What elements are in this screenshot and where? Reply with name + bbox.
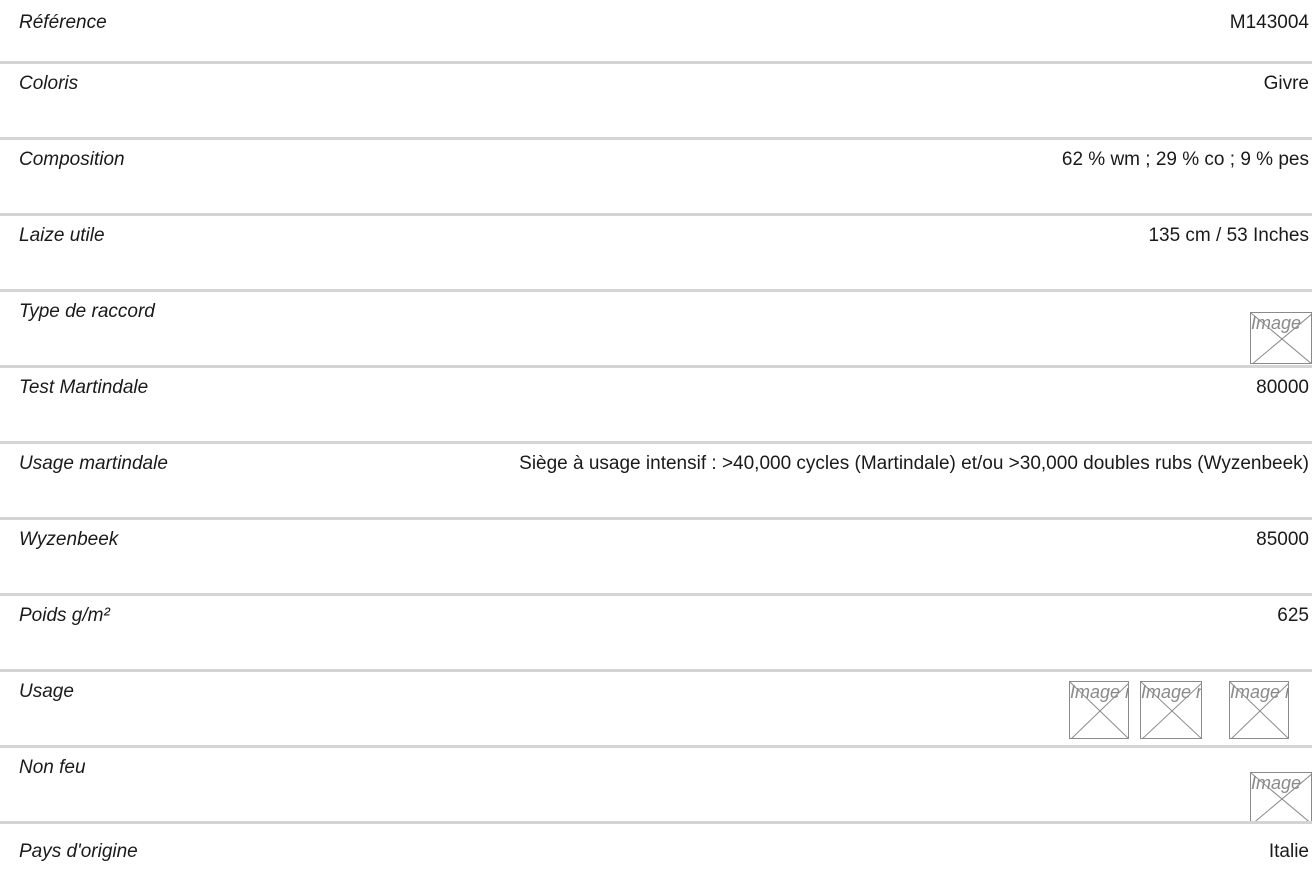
spec-label-usage-martindale: Usage martindale xyxy=(19,453,168,474)
spec-label-composition: Composition xyxy=(19,149,125,170)
spec-value-test-martindale: 80000 xyxy=(1256,377,1309,398)
raccord-broken-image: Image xyxy=(1250,312,1312,364)
spec-row-laize-utile: Laize utile 135 cm / 53 Inches xyxy=(0,213,1312,289)
usage-broken-image-2: Image non trouvée xyxy=(1140,681,1202,739)
spec-label-pays-origine: Pays d'origine xyxy=(19,841,138,862)
spec-value-pays-origine: Italie xyxy=(1268,841,1309,862)
spec-value-coloris: Givre xyxy=(1263,73,1309,94)
spec-label-non-feu: Non feu xyxy=(19,757,86,778)
non-feu-broken-image: Image xyxy=(1250,772,1312,824)
usage-broken-image-3: Image non trouvée xyxy=(1229,681,1289,739)
spec-row-test-martindale: Test Martindale 80000 xyxy=(0,365,1312,441)
usage-broken-image-1: Image non trouvée xyxy=(1069,681,1129,739)
spec-row-non-feu: Non feu Image xyxy=(0,745,1312,824)
spec-label-reference: Référence xyxy=(19,12,107,33)
spec-value-poids: 625 xyxy=(1277,605,1309,626)
broken-image-alt: Image non trouvée xyxy=(1230,682,1288,702)
spec-label-laize-utile: Laize utile xyxy=(19,225,105,246)
product-spec-table: Référence M143004 Coloris Givre Composit… xyxy=(0,0,1312,878)
spec-row-usage-martindale: Usage martindale Siège à usage intensif … xyxy=(0,441,1312,517)
broken-image-alt: Image xyxy=(1251,313,1302,333)
spec-row-wyzenbeek: Wyzenbeek 85000 xyxy=(0,517,1312,593)
broken-image-alt: Image non trouvée xyxy=(1141,682,1201,702)
broken-image-alt: Image non trouvée xyxy=(1070,682,1128,702)
spec-row-pays-origine: Pays d'origine Italie xyxy=(0,821,1312,878)
spec-value-laize-utile: 135 cm / 53 Inches xyxy=(1148,225,1309,246)
spec-label-test-martindale: Test Martindale xyxy=(19,377,149,398)
spec-label-poids: Poids g/m² xyxy=(19,605,110,626)
spec-label-type-de-raccord: Type de raccord xyxy=(19,301,155,322)
spec-label-wyzenbeek: Wyzenbeek xyxy=(19,529,119,550)
spec-row-usage: Usage Image non trouvée Image non trouvé… xyxy=(0,669,1312,745)
spec-label-usage: Usage xyxy=(19,681,74,702)
spec-label-coloris: Coloris xyxy=(19,73,79,94)
spec-value-usage-martindale: Siège à usage intensif : >40,000 cycles … xyxy=(519,453,1309,474)
spec-row-coloris: Coloris Givre xyxy=(0,61,1312,137)
spec-row-composition: Composition 62 % wm ; 29 % co ; 9 % pes xyxy=(0,137,1312,213)
spec-row-type-de-raccord: Type de raccord Image xyxy=(0,289,1312,365)
spec-row-poids: Poids g/m² 625 xyxy=(0,593,1312,669)
spec-value-wyzenbeek: 85000 xyxy=(1256,529,1309,550)
spec-value-composition: 62 % wm ; 29 % co ; 9 % pes xyxy=(1061,149,1309,170)
broken-image-alt: Image xyxy=(1251,773,1302,793)
spec-value-reference: M143004 xyxy=(1229,12,1309,33)
